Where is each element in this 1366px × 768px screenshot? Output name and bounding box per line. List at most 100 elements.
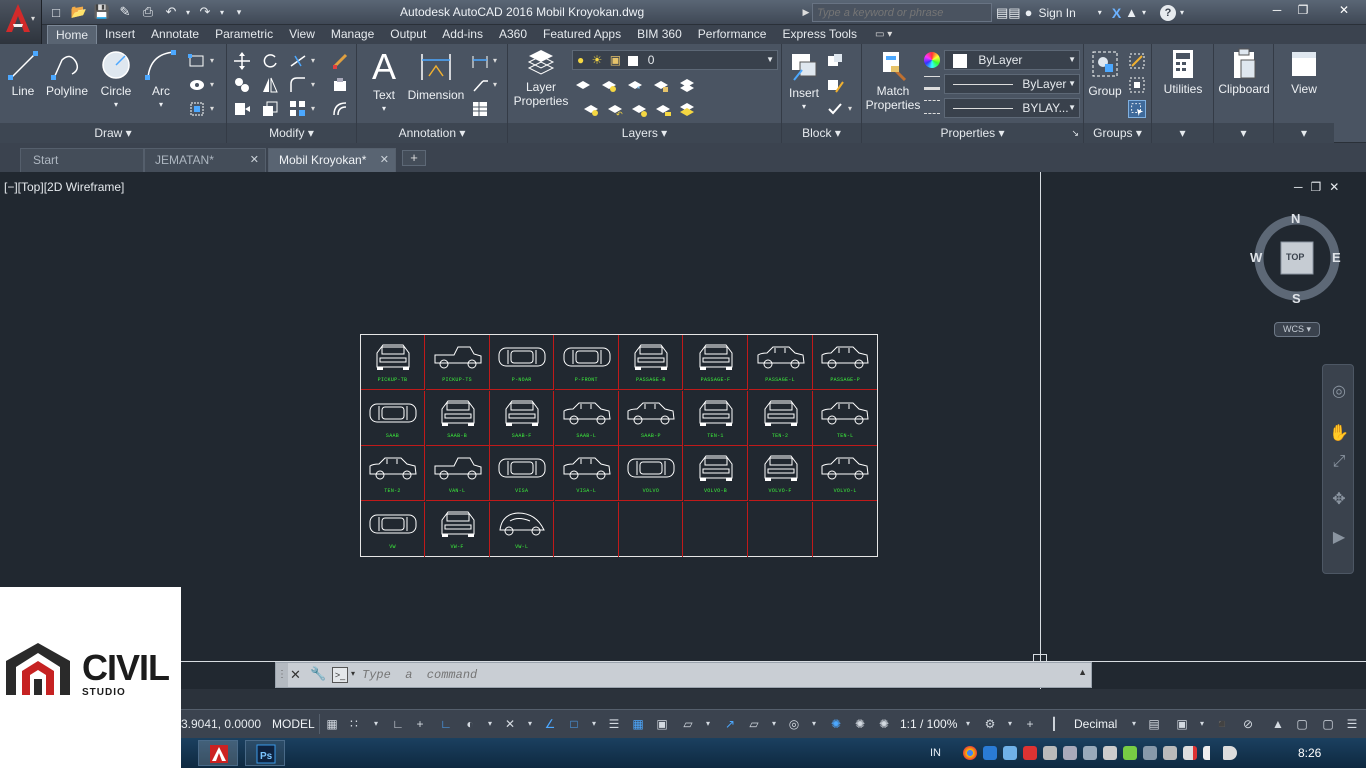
- table-icon[interactable]: [471, 100, 489, 118]
- polar-tracking-icon[interactable]: ◐: [462, 716, 478, 732]
- car-block-cell[interactable]: PASSAGE-L: [748, 335, 813, 390]
- help-dropdown-icon[interactable]: ▾: [1180, 8, 1184, 17]
- exchange-icon[interactable]: X: [1112, 5, 1121, 21]
- selection-cycling-icon[interactable]: ▣: [654, 716, 670, 732]
- redo-dropdown-icon[interactable]: ▾: [218, 2, 226, 22]
- car-block-cell[interactable]: PASSAGE-P: [813, 335, 878, 390]
- doc-tab-mobil-kroyokan[interactable]: Mobil Kroyokan* ✕: [268, 148, 396, 172]
- selection-filter-dropdown-icon[interactable]: ▾: [766, 716, 782, 732]
- doc-tab-jematan[interactable]: JEMATAN* ✕: [144, 148, 266, 172]
- create-block-icon[interactable]: [826, 52, 844, 70]
- arc-button[interactable]: Arc ▾: [142, 48, 180, 112]
- lineweight-dropdown[interactable]: BYLAY... ▼: [944, 98, 1080, 118]
- properties-panel-title[interactable]: Properties ▾ ↘: [862, 123, 1083, 143]
- layer-previous-icon[interactable]: ↶: [606, 100, 624, 118]
- trim-icon[interactable]: [289, 52, 307, 70]
- viewport-minimize-icon[interactable]: ─: [1294, 180, 1303, 194]
- tab-add-ins[interactable]: Add-ins: [434, 25, 491, 44]
- orbit-icon[interactable]: ✥: [1328, 489, 1350, 511]
- workspace-gear-icon[interactable]: ⚙: [982, 716, 998, 732]
- layer-walk-icon[interactable]: [654, 100, 672, 118]
- red-app-icon[interactable]: [1023, 746, 1037, 760]
- car-block-cell[interactable]: VOLVO-L: [813, 446, 878, 501]
- group-button[interactable]: Group: [1086, 48, 1124, 98]
- hatch-dropdown-icon[interactable]: ▾: [210, 80, 214, 89]
- leader-icon[interactable]: [471, 76, 489, 94]
- modify-panel-title[interactable]: Modify ▾: [227, 123, 356, 143]
- units-dropdown-icon[interactable]: ▾: [1126, 716, 1142, 732]
- car-block-cell[interactable]: TEN-L: [813, 391, 878, 446]
- zoom-extents-icon[interactable]: ⤢: [1328, 451, 1350, 473]
- undo-icon[interactable]: ↶: [161, 2, 181, 22]
- trim-dropdown-icon[interactable]: ▾: [311, 56, 315, 65]
- a360-dropdown-icon[interactable]: ▾: [1142, 8, 1146, 17]
- text-dropdown-icon[interactable]: ▾: [369, 102, 399, 116]
- car-block-cell[interactable]: SAAB-F: [490, 390, 555, 446]
- copy-icon[interactable]: [233, 76, 251, 94]
- tab-bim-360[interactable]: BIM 360: [629, 25, 690, 44]
- fillet-dropdown-icon[interactable]: ▾: [311, 80, 315, 89]
- showmotion-icon[interactable]: ▶: [1328, 527, 1350, 549]
- tab-parametric[interactable]: Parametric: [207, 25, 281, 44]
- doc-tab-start[interactable]: Start: [20, 148, 144, 172]
- car-block-cell[interactable]: PASSAGE-B: [619, 335, 684, 390]
- steering-wheel-icon[interactable]: ◎: [1328, 381, 1350, 403]
- car-block-cell[interactable]: [684, 501, 748, 557]
- utilities-panel-title[interactable]: ▾: [1152, 123, 1213, 143]
- layer-isolate-icon[interactable]: [600, 76, 618, 94]
- car-block-cell[interactable]: [813, 502, 877, 557]
- taskbar-photoshop-button[interactable]: Ps: [245, 740, 285, 766]
- clipboard-button[interactable]: Clipboard: [1216, 48, 1272, 96]
- shield-icon[interactable]: [983, 746, 997, 760]
- groups-panel-title[interactable]: Groups ▾: [1084, 123, 1151, 143]
- car-block-cell[interactable]: TEN-2: [361, 446, 425, 501]
- viewcube-east[interactable]: E: [1332, 250, 1341, 265]
- pan-icon[interactable]: ✋: [1328, 423, 1350, 445]
- viewcube-west[interactable]: W: [1250, 250, 1262, 265]
- save-as-icon[interactable]: ✎: [115, 2, 135, 22]
- layer-dropdown[interactable]: ● ☀ ▣ 0 ▼: [572, 50, 778, 70]
- isometric-dropdown-icon[interactable]: ▾: [522, 716, 538, 732]
- signal-icon[interactable]: [1203, 746, 1217, 760]
- block-panel-title[interactable]: Block ▾: [782, 123, 861, 143]
- draw-panel-title[interactable]: Draw ▾: [0, 123, 226, 143]
- car-block-cell[interactable]: TEN-2: [748, 390, 813, 446]
- language-indicator[interactable]: IN: [930, 747, 941, 759]
- transparency-icon[interactable]: ▦: [630, 716, 646, 732]
- close-tab-icon[interactable]: ✕: [250, 149, 259, 171]
- fullscreen-icon[interactable]: ▢: [1320, 716, 1336, 732]
- viewcube[interactable]: N S W E TOP: [1250, 210, 1342, 310]
- snap-mode-icon[interactable]: ∷: [346, 716, 362, 732]
- line-button[interactable]: Line: [6, 48, 40, 98]
- autodesk-a360-icon[interactable]: ▲: [1125, 5, 1138, 20]
- move-icon[interactable]: [233, 52, 251, 70]
- redo-icon[interactable]: ↷: [195, 2, 215, 22]
- minimize-window-button[interactable]: ─: [1264, 1, 1290, 19]
- car-block-cell[interactable]: VOLVO: [619, 446, 684, 501]
- car-block-cell[interactable]: VW-L: [490, 501, 555, 557]
- car-block-cell[interactable]: SAAB: [361, 390, 425, 446]
- draw-more-dropdown-icon[interactable]: ▾: [210, 56, 214, 65]
- model-space-button[interactable]: MODEL: [268, 714, 320, 734]
- close-tab-icon[interactable]: ✕: [380, 149, 389, 171]
- array-icon[interactable]: [289, 100, 307, 118]
- action-center-icon[interactable]: [1183, 746, 1197, 760]
- car-block-cell[interactable]: VISA: [490, 446, 555, 501]
- isometric-drafting-icon[interactable]: ✕: [502, 716, 518, 732]
- color-dropdown[interactable]: ByLayer ▼: [944, 50, 1080, 70]
- group-selection-icon[interactable]: [1128, 100, 1146, 118]
- gizmo-icon[interactable]: ◎: [786, 716, 802, 732]
- layers-panel-title[interactable]: Layers ▾: [508, 123, 781, 143]
- taskbar-clock[interactable]: 8:26: [1298, 746, 1321, 760]
- display-icon[interactable]: [1143, 746, 1157, 760]
- command-history-expand-icon[interactable]: ▲: [1078, 667, 1087, 677]
- text-button[interactable]: A Text ▾: [369, 48, 399, 116]
- leader-dropdown-icon[interactable]: ▾: [493, 80, 497, 89]
- binoculars-icon[interactable]: ▤▤: [996, 5, 1021, 21]
- keyboard-icon[interactable]: [1103, 746, 1117, 760]
- updater-icon[interactable]: [1123, 746, 1137, 760]
- customize-wrench-icon[interactable]: 🔧: [310, 666, 326, 682]
- workspace-dropdown-icon[interactable]: ▾: [1002, 716, 1018, 732]
- mirror-icon[interactable]: [261, 76, 279, 94]
- rectangle-icon[interactable]: [188, 52, 206, 70]
